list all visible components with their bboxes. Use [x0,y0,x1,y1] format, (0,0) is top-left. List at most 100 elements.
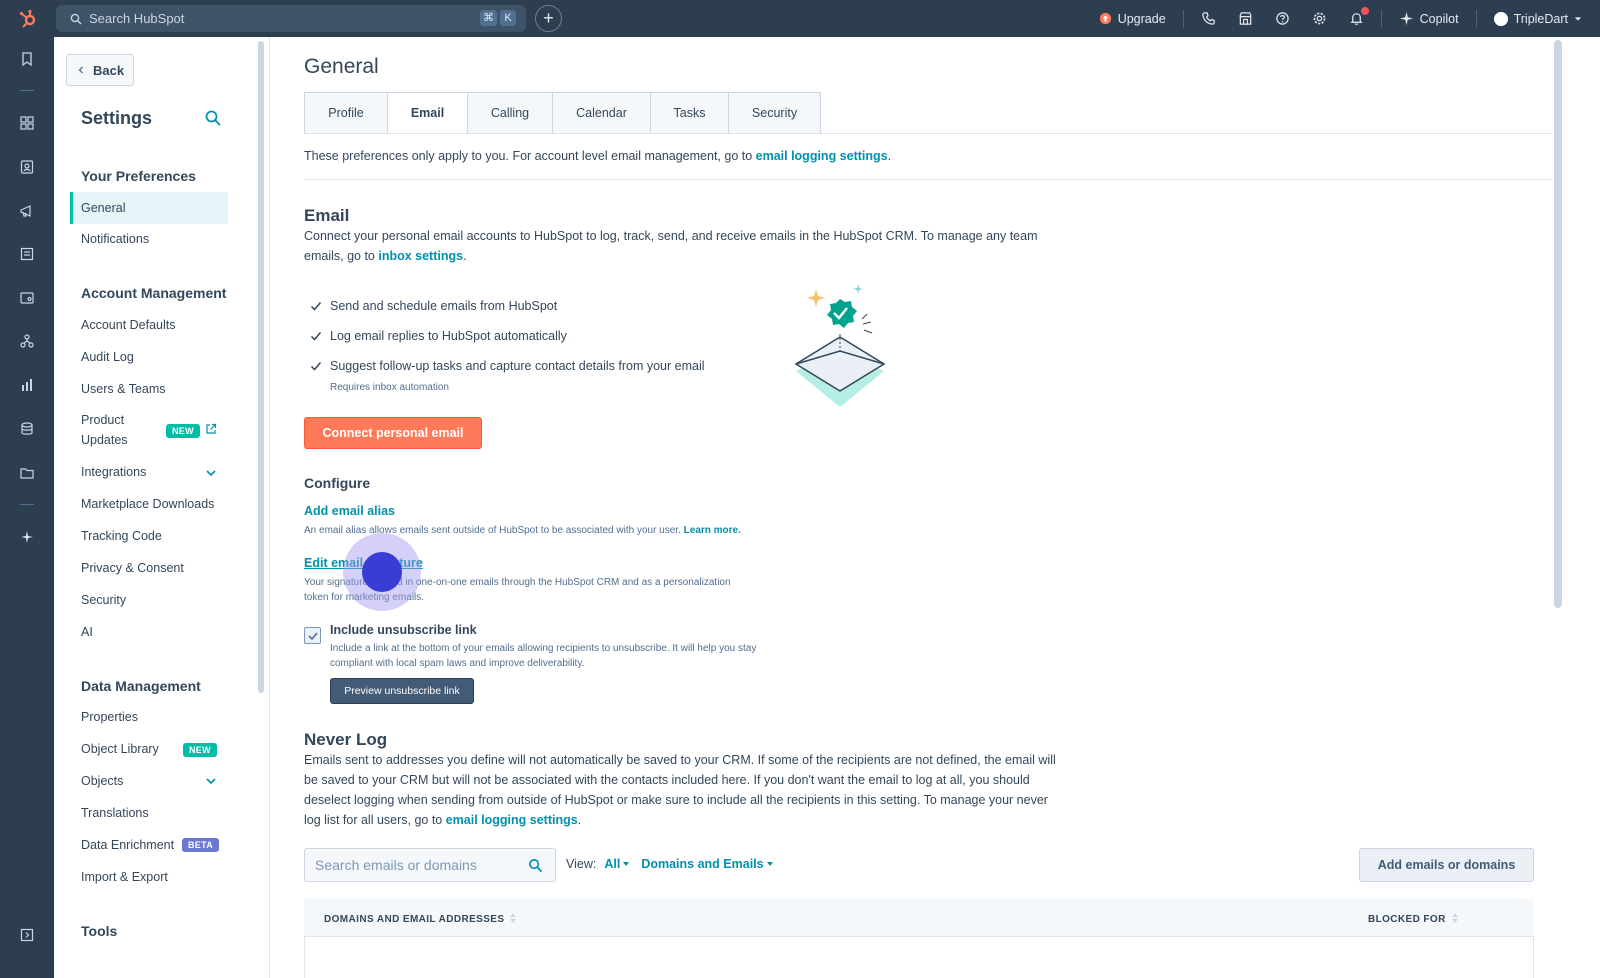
never-log-end: . [577,813,582,827]
top-right-actions: Upgrade Copilot TripleDart [1088,0,1600,37]
reporting-bar-chart-icon[interactable] [19,377,35,393]
account-name: TripleDart [1513,11,1568,26]
sidebar-item-account-defaults[interactable]: Account Defaults [81,318,176,332]
sidebar-item-marketplace-downloads[interactable]: Marketplace Downloads [81,497,214,511]
data-management-database-icon[interactable] [19,421,35,437]
breeze-sparkle-icon[interactable] [19,529,35,545]
column-header-label: DOMAINS AND EMAIL ADDRESSES [324,914,505,925]
view-all-dropdown[interactable]: All [604,857,630,871]
main-scrollbar[interactable] [1554,40,1562,608]
feature-item: Log email replies to HubSpot automatical… [310,329,567,343]
section-tools: Tools [81,923,118,939]
sidebar-item-privacy-consent[interactable]: Privacy & Consent [81,561,184,575]
tab-underline [304,133,1552,134]
sidebar-item-objects[interactable]: Objects [81,774,123,788]
inbox-settings-link[interactable]: inbox settings [378,249,463,263]
include-unsubscribe-label[interactable]: Include unsubscribe link [330,623,477,637]
help-icon[interactable] [1264,11,1301,26]
section-data-management: Data Management [81,678,201,694]
chevron-down-icon[interactable] [205,467,217,479]
search-emails-input[interactable]: Search emails or domains [304,848,556,882]
tab-tasks[interactable]: Tasks [650,92,728,134]
copilot-button[interactable]: Copilot [1388,11,1470,26]
preferences-note-text: These preferences only apply to you. For… [304,149,756,163]
bookmark-icon[interactable] [19,51,35,67]
create-new-button[interactable]: + [535,5,562,32]
automation-icon[interactable] [19,333,35,349]
sidebar-item-import-export[interactable]: Import & Export [81,870,168,884]
caret-down-icon [623,862,630,866]
account-menu[interactable]: TripleDart [1483,11,1600,26]
settings-tabs: Profile Email Calling Calendar Tasks Sec… [304,92,821,134]
tab-security[interactable]: Security [728,92,821,134]
upgrade-button[interactable]: Upgrade [1088,12,1177,26]
preview-unsubscribe-link-button[interactable]: Preview unsubscribe link [330,678,474,704]
checkmark-icon [310,362,322,371]
copilot-label: Copilot [1419,11,1459,26]
nav-divider [1380,9,1382,28]
top-nav: Search HubSpot ⌘ K + Upgrade Copilot Tri… [0,0,1600,37]
click-indicator-dot [362,552,402,592]
add-emails-or-domains-button[interactable]: Add emails or domains [1359,848,1534,882]
beta-badge: BETA [182,838,220,852]
external-link-icon[interactable] [205,423,217,435]
tab-profile[interactable]: Profile [304,92,387,134]
sidebar-item-translations[interactable]: Translations [81,806,149,820]
sidebar-item-integrations[interactable]: Integrations [81,465,146,479]
settings-sidebar: Back Settings Your Preferences General N… [54,37,270,978]
add-email-alias-link[interactable]: Add email alias [304,504,395,518]
sidebar-item-audit-log[interactable]: Audit Log [81,350,134,364]
back-label: Back [93,62,125,78]
sidebar-item-object-library[interactable]: Object Library [81,742,159,756]
upgrade-icon [1099,12,1111,25]
hubspot-logo-icon[interactable] [0,0,56,37]
email-logging-settings-link[interactable]: email logging settings [756,149,888,163]
expand-nav-icon[interactable] [19,927,35,943]
sidebar-item-properties[interactable]: Properties [81,710,138,724]
sidebar-item-general[interactable]: General [70,192,228,224]
marketing-megaphone-icon[interactable] [19,203,35,219]
folder-icon[interactable] [19,465,35,481]
learn-more-link[interactable]: Learn more. [684,525,741,536]
content-icon[interactable] [19,246,35,262]
marketplace-icon[interactable] [1227,11,1264,26]
notifications-bell-icon[interactable] [1338,7,1375,26]
kbd-cmd: ⌘ [480,10,497,26]
global-search-input[interactable]: Search HubSpot ⌘ K [56,5,526,32]
preferences-note: These preferences only apply to you. For… [304,149,891,163]
email-logging-settings-link[interactable]: email logging settings [446,813,578,827]
unsubscribe-description-line1: Include a link at the bottom of your ema… [330,643,757,654]
sidebar-item-notifications[interactable]: Notifications [81,232,149,246]
include-unsubscribe-checkbox[interactable] [304,627,321,644]
settings-title: Settings [81,108,153,128]
back-button[interactable]: Back [66,54,134,86]
tab-email[interactable]: Email [387,92,467,134]
sidebar-item-security[interactable]: Security [81,593,126,607]
sort-icon [1451,913,1458,923]
search-emails-placeholder: Search emails or domains [315,857,477,873]
workspaces-grid-icon[interactable] [19,115,35,131]
sidebar-scrollbar[interactable] [258,41,264,693]
connect-personal-email-button[interactable]: Connect personal email [304,417,482,449]
chevron-down-icon[interactable] [205,775,217,787]
commerce-icon[interactable] [19,290,35,306]
divider [304,179,1552,180]
column-header-domains[interactable]: DOMAINS AND EMAIL ADDRESSES [324,913,517,925]
sidebar-item-tracking-code[interactable]: Tracking Code [81,529,162,543]
column-header-blocked-for[interactable]: BLOCKED FOR [1368,913,1458,925]
sidebar-item-product-updates[interactable]: Product Updates [81,413,128,447]
preferences-note-end: . [887,149,892,163]
tab-calendar[interactable]: Calendar [552,92,650,134]
sidebar-item-users-teams[interactable]: Users & Teams [81,382,166,396]
sidebar-item-data-enrichment[interactable]: Data Enrichment [81,838,174,852]
view-type-dropdown[interactable]: Domains and Emails [641,857,773,871]
settings-search-icon[interactable] [204,109,222,127]
section-account-management: Account Management [81,285,227,301]
settings-gear-icon[interactable] [1301,11,1338,26]
tab-calling[interactable]: Calling [467,92,552,134]
never-log-table-header: DOMAINS AND EMAIL ADDRESSES BLOCKED FOR [304,899,1534,937]
calling-icon[interactable] [1190,11,1227,26]
contacts-icon[interactable] [19,159,35,175]
never-log-heading: Never Log [304,730,388,749]
sidebar-item-ai[interactable]: AI [81,625,93,639]
